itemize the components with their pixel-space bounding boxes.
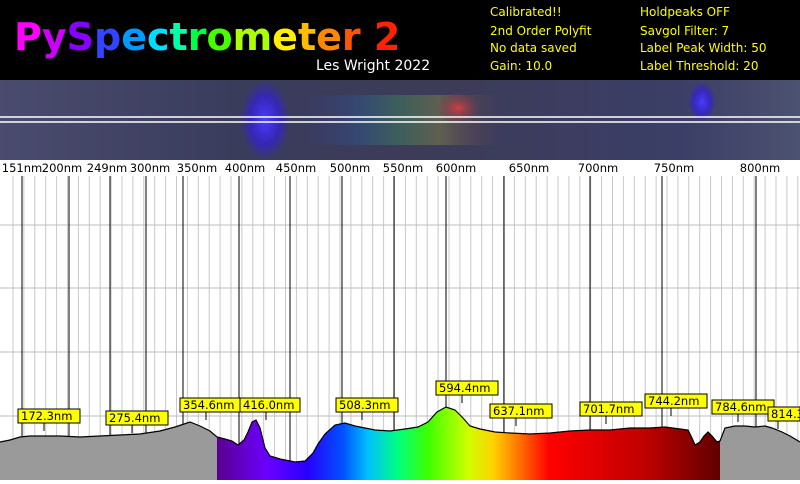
axis-tick-label: 151nm — [2, 161, 42, 175]
status-holdpeaks: Holdpeaks OFF — [640, 5, 730, 19]
axis-tick-label: 800nm — [740, 161, 780, 175]
peak-label: 508.3nm — [335, 397, 399, 420]
title-letter: r — [187, 15, 207, 59]
title-letter: t — [297, 15, 317, 59]
status-peak-width: Label Peak Width: 50 — [640, 41, 767, 55]
peak-label: 275.4nm — [105, 410, 169, 433]
peak-label-text: 744.2nm — [648, 394, 699, 408]
peak-label-text: 814.3nm — [771, 407, 800, 421]
peak-label-text: 172.3nm — [21, 409, 72, 423]
spectrometer-window: PySpectrometer 2 Les Wright 2022 Calibra… — [0, 0, 800, 480]
status-gain: Gain: 10.0 — [490, 59, 553, 73]
spectrum-graph: 151nm 200nm 249nm 300nm 350nm 400nm 450nm 500nm… — [0, 160, 800, 480]
peak-label: 594.4nm — [435, 380, 499, 403]
camera-preview-image — [0, 80, 800, 160]
peak-label: 637.1nm — [489, 403, 553, 426]
peak-label-text: 701.7nm — [583, 402, 634, 416]
spectrum-plot: 151nm 200nm 249nm 300nm 350nm 400nm 450nm 500nm… — [0, 161, 800, 480]
axis-tick-label: 400nm — [225, 161, 265, 175]
title-letter: p — [94, 15, 122, 59]
title-letter: o — [206, 15, 233, 59]
axis-tick-label: 200nm — [42, 161, 82, 175]
peak-label: 814.3nm — [767, 406, 800, 429]
title-letter: e — [316, 15, 342, 59]
author-label: Les Wright 2022 — [316, 58, 431, 74]
status-data-saved: No data saved — [490, 41, 577, 55]
title-letter: r — [341, 15, 361, 59]
peak-label-text: 637.1nm — [493, 404, 544, 418]
axis-tick-label: 450nm — [276, 161, 316, 175]
title-letter — [361, 12, 374, 62]
title-letter: e — [272, 15, 298, 59]
axis-tick-label: 600nm — [436, 161, 476, 175]
status-threshold: Label Threshold: 20 — [640, 59, 759, 73]
peak-label: 701.7nm — [579, 401, 643, 424]
peak-label-text: 508.3nm — [339, 398, 390, 412]
peak-label: 172.3nm — [17, 408, 81, 431]
peak-label-text: 275.4nm — [109, 411, 160, 425]
header-bar: PySpectrometer 2 Les Wright 2022 Calibra… — [0, 0, 800, 80]
status-polyfit: 2nd Order Polyfit — [490, 24, 592, 38]
axis-tick-label: 300nm — [130, 161, 170, 175]
peak-label-text: 354.6nm — [183, 398, 234, 412]
axis-tick-label: 700nm — [578, 161, 618, 175]
status-savgol: Savgol Filter: 7 — [640, 24, 730, 38]
axis-tick-label: 500nm — [330, 161, 370, 175]
peak-label: 416.0nm — [239, 397, 301, 420]
title-letter: e — [121, 15, 147, 59]
axis-tick-label: 650nm — [509, 161, 549, 175]
title-letter: t — [169, 15, 188, 59]
peak-label: 744.2nm — [644, 393, 708, 416]
peak-label-text: 784.6nm — [715, 400, 766, 414]
peak-label-text: 594.4nm — [439, 381, 490, 395]
app-title: PySpectrometer 2 — [14, 12, 400, 62]
title-letter: y — [41, 15, 67, 59]
camera-preview — [0, 80, 800, 160]
title-letter: c — [147, 15, 170, 59]
title-letter: m — [232, 15, 273, 59]
axis-tick-label: 550nm — [383, 161, 423, 175]
title-letter: 2 — [373, 15, 401, 59]
axis-tick-label: 249nm — [87, 161, 127, 175]
peak-label-text: 416.0nm — [243, 398, 294, 412]
axis-tick-label: 750nm — [654, 161, 694, 175]
title-letter: P — [14, 15, 42, 59]
axis-tick-label: 350nm — [177, 161, 217, 175]
title-letter: S — [66, 15, 95, 59]
status-calibrated: Calibrated!! — [490, 5, 562, 19]
